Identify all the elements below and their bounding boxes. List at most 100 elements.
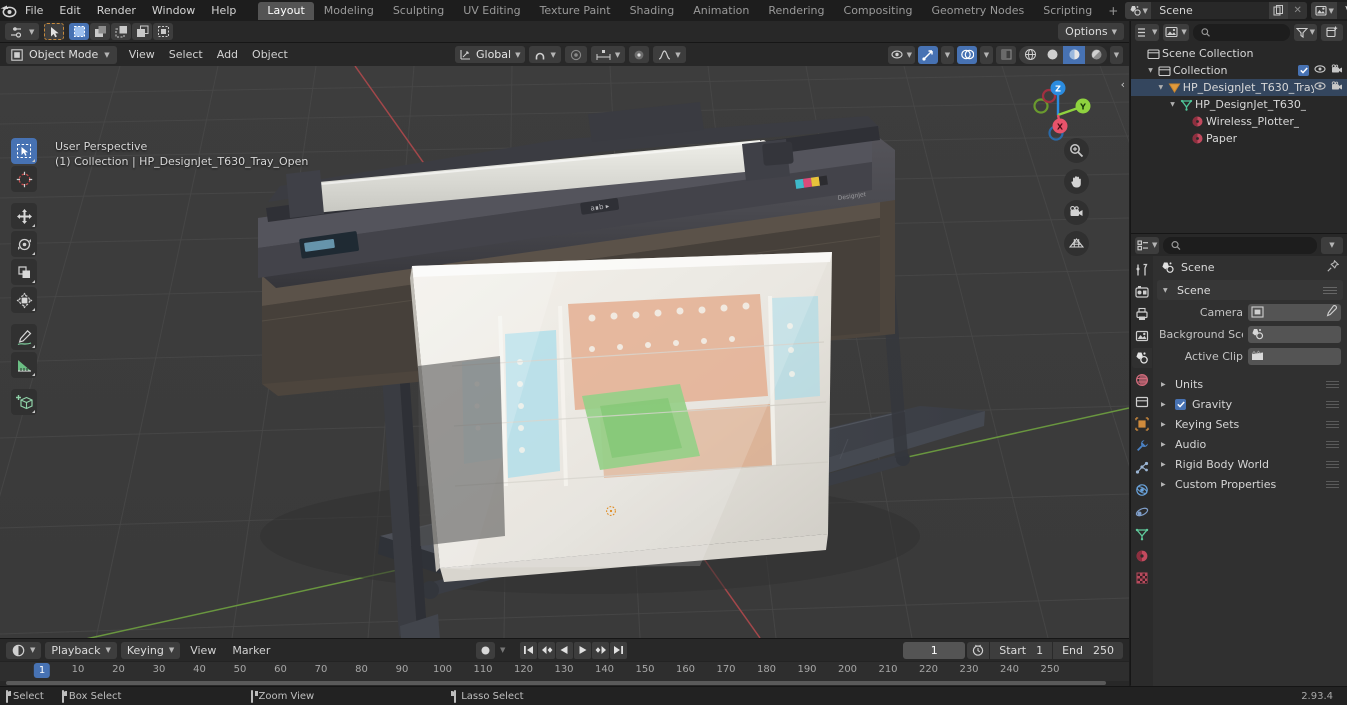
menu-window[interactable]: Window: [144, 2, 203, 19]
timeline-view-menu[interactable]: View: [184, 642, 222, 659]
view-layer-name[interactable]: View Layer: [1337, 2, 1347, 19]
outliner-row[interactable]: Paper: [1131, 130, 1347, 147]
gizmo-dropdown[interactable]: ▼: [941, 45, 954, 64]
end-frame-field[interactable]: End 250: [1052, 641, 1123, 659]
object-mode-selector[interactable]: Object Mode ▼: [6, 45, 117, 64]
annotate-tool[interactable]: [11, 324, 37, 350]
view-layer-selector[interactable]: ▼ View Layer ✕: [1311, 2, 1347, 19]
select-subtract-button[interactable]: [111, 23, 132, 40]
hide-in-viewport-icon[interactable]: [1314, 64, 1326, 77]
cursor-tool[interactable]: [11, 166, 37, 192]
property-field-input[interactable]: [1248, 325, 1341, 343]
gizmo-toggle[interactable]: [918, 45, 938, 64]
section-expand-triangle[interactable]: ▶: [1161, 481, 1169, 488]
object-tab[interactable]: [1132, 414, 1152, 434]
add-cube-tool[interactable]: [11, 389, 37, 415]
select-difference-button[interactable]: [132, 23, 153, 40]
properties-editor-type-button[interactable]: ▼: [1135, 236, 1160, 254]
transform-orientation-selector[interactable]: Global ▼: [455, 46, 526, 63]
hide-in-viewport-icon[interactable]: [1314, 81, 1326, 94]
xray-toggle[interactable]: [996, 45, 1016, 64]
viewport-menu-view[interactable]: View: [123, 46, 161, 64]
constraints-tab[interactable]: [1132, 502, 1152, 522]
outliner-display-mode-button[interactable]: ▼: [1163, 23, 1189, 41]
viewport-menu-select[interactable]: Select: [163, 46, 209, 64]
keying-menu[interactable]: Keying ▼: [120, 641, 181, 659]
select-intersect-button[interactable]: [153, 23, 174, 40]
timeline-ruler[interactable]: 10 20 30 40 50 60 70 80 90 100 110 120 130 140 150 160 1…: [0, 661, 1129, 681]
disable-in-render-icon[interactable]: [1331, 80, 1343, 95]
section-expand-triangle[interactable]: ▶: [1161, 381, 1169, 388]
data-tab[interactable]: [1132, 524, 1152, 544]
outliner-search-input[interactable]: [1192, 23, 1290, 41]
select-extend-button[interactable]: [90, 23, 111, 40]
3d-viewport[interactable]: a∎b ▸ DesignJet User Perspective (1) Col…: [0, 66, 1129, 638]
outliner-expand-triangle[interactable]: ▼: [1145, 67, 1156, 74]
particles-tab[interactable]: [1132, 458, 1152, 478]
hand-icon[interactable]: [1064, 169, 1089, 194]
scene-selector[interactable]: ▼ Scene ✕: [1125, 2, 1308, 19]
grid-icon[interactable]: [1064, 231, 1089, 256]
select-box-tool[interactable]: [11, 138, 37, 164]
options-dropdown[interactable]: Options ▼: [1058, 23, 1124, 40]
scene-panel-header[interactable]: ▼ Scene: [1157, 280, 1343, 300]
properties-options-button[interactable]: ▼: [1321, 236, 1343, 254]
add-workspace-button[interactable]: +: [1101, 4, 1125, 18]
rotate-tool[interactable]: [11, 231, 37, 257]
properties-section-header[interactable]: ▶ Rigid Body World: [1153, 454, 1347, 474]
sidebar-collapse-arrow[interactable]: ‹: [1121, 78, 1125, 91]
use-preview-range-icon[interactable]: [967, 642, 989, 659]
overlays-toggle[interactable]: [957, 45, 977, 64]
workspace-tab-uv-editing[interactable]: UV Editing: [454, 2, 529, 20]
properties-search-input[interactable]: [1163, 236, 1317, 254]
outliner-expand-triangle[interactable]: ▼: [1167, 101, 1178, 108]
outliner-expand-triangle[interactable]: ▼: [1155, 84, 1166, 91]
outliner-row[interactable]: ▼ HP_DesignJet_T630_Tray: [1131, 79, 1347, 96]
jump-to-next-keyframe-button[interactable]: [592, 641, 610, 659]
section-expand-triangle[interactable]: ▶: [1161, 441, 1169, 448]
transform-tool[interactable]: [11, 287, 37, 313]
outliner-filter-button[interactable]: ▼: [1293, 23, 1317, 41]
current-frame-field[interactable]: 1: [903, 641, 966, 659]
solid-shading-button[interactable]: [1041, 46, 1063, 64]
camera-icon[interactable]: [1064, 200, 1089, 225]
visibility-dropdown[interactable]: ▼: [887, 45, 915, 64]
timeline-editor-type-button[interactable]: ▼: [6, 641, 42, 659]
section-expand-triangle[interactable]: ▶: [1161, 421, 1169, 428]
properties-search-field[interactable]: [1186, 239, 1317, 251]
zoom-icon[interactable]: [1064, 138, 1089, 163]
jump-to-prev-keyframe-button[interactable]: [538, 641, 556, 659]
new-scene-button[interactable]: [1269, 2, 1289, 19]
texture-tab[interactable]: [1132, 568, 1152, 588]
scene-tab[interactable]: [1132, 348, 1152, 368]
scene-name[interactable]: Scene: [1151, 2, 1270, 19]
property-field-input[interactable]: [1248, 303, 1341, 321]
start-frame-field[interactable]: Start 1: [989, 641, 1052, 659]
workspace-tab-texture-paint[interactable]: Texture Paint: [531, 2, 620, 20]
workspace-tab-animation[interactable]: Animation: [684, 2, 758, 20]
outliner-row[interactable]: Scene Collection: [1131, 45, 1347, 62]
workspace-tab-layout[interactable]: Layout: [258, 1, 314, 20]
pin-icon[interactable]: [1327, 259, 1340, 275]
view-layer-tab[interactable]: [1132, 326, 1152, 346]
workspace-tab-shading[interactable]: Shading: [621, 2, 684, 20]
workspace-tab-geometry-nodes[interactable]: Geometry Nodes: [922, 2, 1033, 20]
modifier-tab[interactable]: [1132, 436, 1152, 456]
output-tab[interactable]: [1132, 304, 1152, 324]
timeline-marker-menu[interactable]: Marker: [226, 642, 276, 659]
timeline-playhead[interactable]: 1: [33, 663, 51, 678]
workspace-tab-modeling[interactable]: Modeling: [315, 2, 383, 20]
menu-render[interactable]: Render: [89, 2, 144, 19]
menu-help[interactable]: Help: [203, 2, 244, 19]
outliner-checkbox[interactable]: [1298, 64, 1309, 77]
disable-in-render-icon[interactable]: [1331, 63, 1343, 78]
workspace-tab-sculpting[interactable]: Sculpting: [384, 2, 453, 20]
collection-tab[interactable]: [1132, 392, 1152, 412]
editor-type-selector[interactable]: ▼: [5, 23, 40, 40]
workspace-tab-rendering[interactable]: Rendering: [759, 2, 833, 20]
timeline-scrollbar[interactable]: [6, 681, 1106, 685]
outliner-search-field[interactable]: [1214, 26, 1290, 38]
jump-to-start-button[interactable]: [520, 641, 538, 659]
shading-dropdown[interactable]: ▼: [1110, 45, 1123, 64]
eyedropper-icon[interactable]: [1325, 304, 1341, 320]
